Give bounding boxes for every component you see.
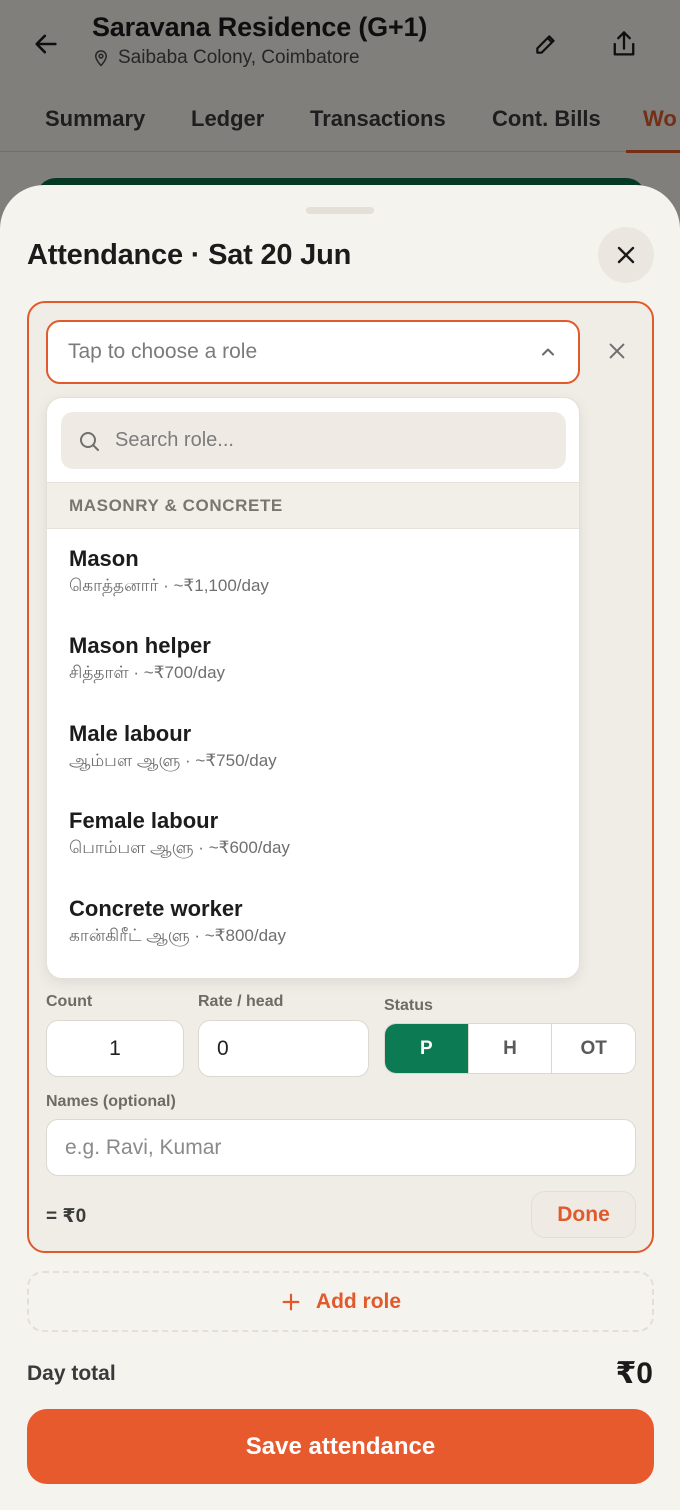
- status-segmented-control: P H OT: [384, 1023, 636, 1074]
- save-attendance-button[interactable]: Save attendance: [27, 1409, 654, 1484]
- count-label: Count: [46, 993, 93, 1010]
- role-option-subtitle: பொம்பள ஆளு · ~₹600/day: [69, 838, 290, 857]
- role-option-name: Mason: [69, 546, 139, 571]
- chevron-up-icon: [542, 348, 554, 356]
- role-select-placeholder: Tap to choose a role: [68, 340, 258, 363]
- day-total-value: ₹0: [615, 1357, 653, 1390]
- role-option-subtitle: கொத்தனார் · ~₹1,100/day: [69, 576, 269, 595]
- drag-handle[interactable]: [306, 207, 374, 214]
- names-input[interactable]: e.g. Ravi, Kumar: [46, 1119, 636, 1176]
- role-dropdown: Search role... MASONRY & CONCRETE Mason …: [46, 397, 580, 979]
- names-label: Names (optional): [46, 1093, 176, 1110]
- role-search-input[interactable]: Search role...: [61, 412, 566, 469]
- status-label: Status: [384, 997, 433, 1014]
- status-overtime-button[interactable]: OT: [551, 1024, 635, 1073]
- role-option-subtitle: ஆம்பள ஆளு · ~₹750/day: [69, 751, 277, 770]
- role-option-mason-helper[interactable]: Mason helper சித்தாள் · ~₹700/day: [47, 617, 579, 703]
- role-option-subtitle: கான்கிரீட் ஆளு · ~₹800/day: [69, 926, 286, 945]
- status-half-day-button[interactable]: H: [467, 1024, 552, 1073]
- role-option-name: Female labour: [69, 808, 219, 833]
- role-option-mason[interactable]: Mason கொத்தனார் · ~₹1,100/day: [47, 530, 579, 616]
- role-option-male-labour[interactable]: Male labour ஆம்பள ஆளு · ~₹750/day: [47, 705, 579, 791]
- status-present-button[interactable]: P: [385, 1024, 468, 1073]
- done-button[interactable]: Done: [531, 1191, 636, 1238]
- search-icon: [80, 431, 99, 451]
- day-total-label: Day total: [27, 1362, 116, 1385]
- attendance-sheet: Attendance · Sat 20 Jun Tap to choose a …: [0, 185, 680, 1510]
- close-icon: [617, 246, 635, 264]
- role-option-female-labour[interactable]: Female labour பொம்பள ஆளு · ~₹600/day: [47, 792, 579, 878]
- close-icon: [609, 343, 625, 359]
- rate-input[interactable]: 0: [198, 1020, 369, 1077]
- rate-label: Rate / head: [198, 993, 284, 1010]
- role-option-name: Male labour: [69, 721, 192, 746]
- count-input[interactable]: 1: [46, 1020, 184, 1077]
- role-option-name: Concrete worker: [69, 896, 243, 921]
- remove-role-button[interactable]: [599, 331, 635, 371]
- role-entry-card: Tap to choose a role Search role... MASO…: [27, 301, 654, 1253]
- close-sheet-button[interactable]: [598, 227, 654, 283]
- add-role-button[interactable]: Add role: [27, 1271, 654, 1332]
- role-option-subtitle: சித்தாள் · ~₹700/day: [69, 663, 226, 682]
- add-role-label: Add role: [315, 1289, 402, 1313]
- role-subtotal: = ₹0: [46, 1206, 87, 1227]
- plus-icon: [282, 1293, 300, 1310]
- role-group-header: MASONRY & CONCRETE: [47, 482, 579, 529]
- search-placeholder: Search role...: [115, 429, 234, 451]
- role-option-concrete-worker[interactable]: Concrete worker கான்கிரீட் ஆளு · ~₹800/d…: [47, 880, 579, 966]
- role-option-name: Mason helper: [69, 633, 211, 658]
- role-select[interactable]: Tap to choose a role: [46, 320, 580, 384]
- sheet-title: Attendance · Sat 20 Jun: [27, 239, 352, 271]
